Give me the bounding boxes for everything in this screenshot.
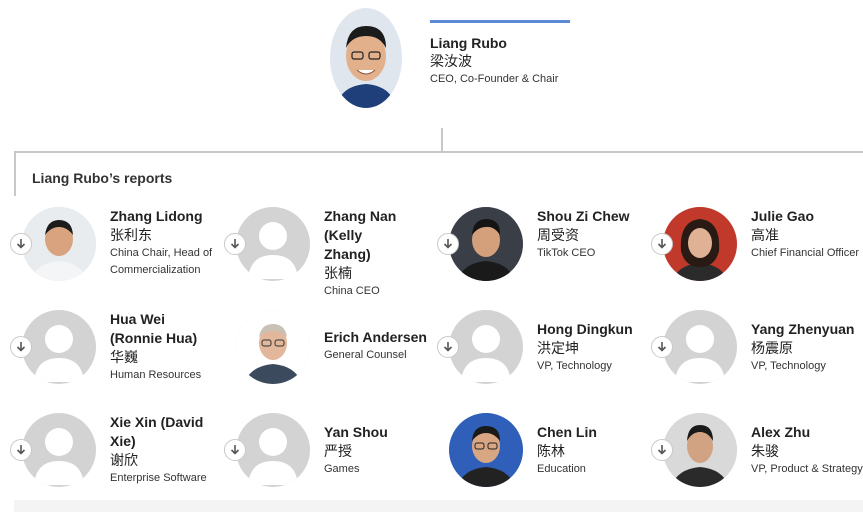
report-card[interactable]: Julie Gao 高准 Chief Financial Officer xyxy=(651,207,863,297)
reports-heading: Liang Rubo’s reports xyxy=(32,170,173,186)
expand-button[interactable] xyxy=(651,336,673,358)
report-card[interactable]: Chen Lin 陈林 Education xyxy=(437,413,649,503)
ceo-title: CEO, Co-Founder & Chair xyxy=(430,73,559,85)
expand-button[interactable] xyxy=(437,336,459,358)
connector-horizontal xyxy=(14,151,863,153)
report-name-chinese: 高准 xyxy=(751,227,779,243)
connector-left xyxy=(14,151,16,196)
report-info: Alex Zhu 朱骏 VP, Product & Strategy xyxy=(751,423,863,478)
avatar[interactable] xyxy=(663,207,737,281)
expand-button[interactable] xyxy=(651,233,673,255)
expand-button[interactable] xyxy=(10,233,32,255)
arrow-down-icon xyxy=(657,445,667,455)
avatar[interactable] xyxy=(22,207,96,281)
ceo-info: Liang Rubo 梁汝波 CEO, Co-Founder & Chair xyxy=(430,34,558,88)
report-name[interactable]: Alex Zhu xyxy=(751,423,863,442)
report-title: VP, Product & Strategy xyxy=(751,463,863,475)
avatar-placeholder[interactable] xyxy=(663,310,737,384)
ceo-name[interactable]: Liang Rubo xyxy=(430,34,558,52)
report-card[interactable]: Shou Zi Chew 周受资 TikTok CEO xyxy=(437,207,649,297)
report-card[interactable]: Yan Shou 严授 Games xyxy=(224,413,436,503)
person-placeholder-icon xyxy=(248,428,298,485)
ceo-photo xyxy=(330,8,402,108)
report-name-chinese: 朱骏 xyxy=(751,443,779,459)
photo xyxy=(22,207,96,281)
arrow-down-icon xyxy=(16,342,26,352)
report-name[interactable]: Zhang Nan (Kelly Zhang) xyxy=(324,207,404,264)
avatar-placeholder[interactable] xyxy=(22,310,96,384)
expand-button[interactable] xyxy=(10,336,32,358)
report-name[interactable]: Hua Wei (Ronnie Hua) xyxy=(110,310,220,348)
photo xyxy=(449,207,523,281)
report-card[interactable]: Alex Zhu 朱骏 VP, Product & Strategy xyxy=(651,413,863,503)
expand-button[interactable] xyxy=(437,233,459,255)
avatar-placeholder[interactable] xyxy=(236,413,310,487)
avatar-placeholder[interactable] xyxy=(22,413,96,487)
report-name[interactable]: Yang Zhenyuan xyxy=(751,320,863,339)
photo xyxy=(236,310,310,384)
person-placeholder-icon xyxy=(34,428,84,485)
connector-vertical xyxy=(441,128,443,152)
avatar[interactable] xyxy=(449,413,523,487)
expand-button[interactable] xyxy=(10,439,32,461)
expand-button[interactable] xyxy=(651,439,673,461)
photo xyxy=(663,207,737,281)
report-info: Yang Zhenyuan 杨震原 VP, Technology xyxy=(751,320,863,375)
report-info: Julie Gao 高准 Chief Financial Officer xyxy=(751,207,863,262)
avatar[interactable] xyxy=(236,310,310,384)
report-card[interactable]: Zhang Lidong 张利东 China Chair, Head of Co… xyxy=(10,207,222,297)
report-card[interactable]: Yang Zhenyuan 杨震原 VP, Technology xyxy=(651,310,863,400)
arrow-down-icon xyxy=(16,445,26,455)
report-card[interactable]: Erich Andersen General Counsel xyxy=(224,310,436,400)
person-placeholder-icon xyxy=(461,325,511,382)
arrow-down-icon xyxy=(657,342,667,352)
person-placeholder-icon xyxy=(248,222,298,279)
report-name[interactable]: Julie Gao xyxy=(751,207,863,226)
report-card[interactable]: Zhang Nan (Kelly Zhang) 张楠 China CEO xyxy=(224,207,436,297)
report-card[interactable]: Xie Xin (David Xie) 谢欣 Enterprise Softwa… xyxy=(10,413,222,503)
photo xyxy=(663,413,737,487)
report-title: Chief Financial Officer xyxy=(751,247,860,259)
report-card[interactable]: Hua Wei (Ronnie Hua) 华巍 Human Resources xyxy=(10,310,222,400)
arrow-down-icon xyxy=(443,342,453,352)
person-placeholder-icon xyxy=(34,325,84,382)
expand-button[interactable] xyxy=(224,233,246,255)
bottom-panel xyxy=(14,500,863,512)
report-title: VP, Technology xyxy=(751,360,826,372)
report-name[interactable]: Xie Xin (David Xie) xyxy=(110,413,210,451)
arrow-down-icon xyxy=(16,239,26,249)
expand-button[interactable] xyxy=(224,439,246,461)
ceo-name-chinese: 梁汝波 xyxy=(430,53,472,69)
report-card[interactable]: Hong Dingkun 洪定坤 VP, Technology xyxy=(437,310,649,400)
arrow-down-icon xyxy=(230,239,240,249)
arrow-down-icon xyxy=(443,239,453,249)
arrow-down-icon xyxy=(657,239,667,249)
ceo-avatar[interactable] xyxy=(330,8,402,108)
arrow-down-icon xyxy=(230,445,240,455)
person-placeholder-icon xyxy=(675,325,725,382)
report-name-chinese: 杨震原 xyxy=(751,340,793,356)
photo xyxy=(449,413,523,487)
ceo-accent-bar xyxy=(430,20,570,23)
avatar[interactable] xyxy=(449,207,523,281)
avatar[interactable] xyxy=(663,413,737,487)
avatar-placeholder[interactable] xyxy=(236,207,310,281)
avatar-placeholder[interactable] xyxy=(449,310,523,384)
